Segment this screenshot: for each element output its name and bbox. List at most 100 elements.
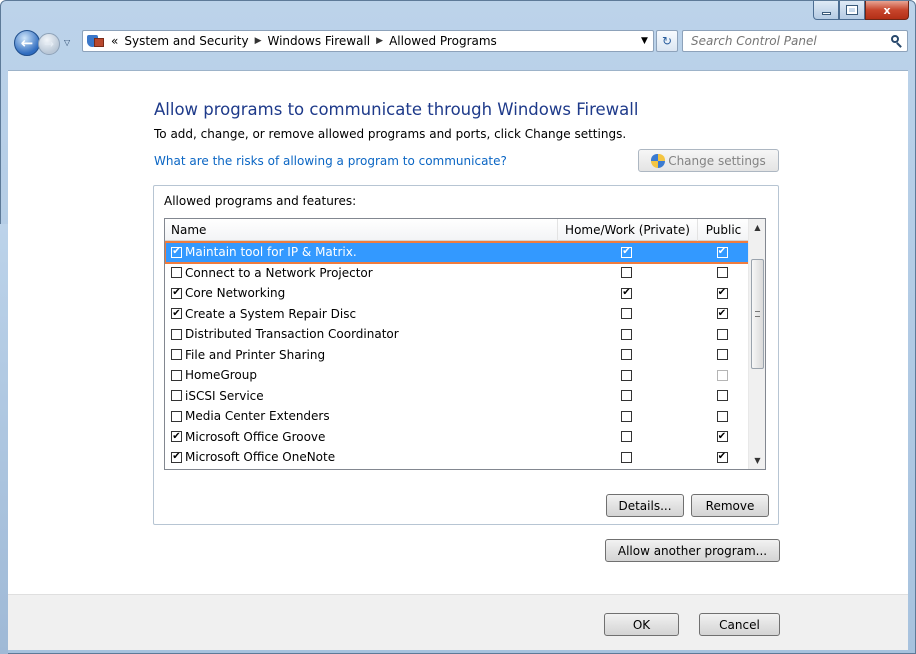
search-icon[interactable]: [889, 34, 903, 48]
enable-checkbox[interactable]: [171, 410, 182, 422]
list-item[interactable]: ✔ Maintain tool for IP & Matrix. ✔ ✔: [165, 241, 750, 264]
column-header-name[interactable]: Name: [165, 219, 558, 241]
enable-checkbox[interactable]: [171, 328, 182, 340]
home-work-checkbox[interactable]: [621, 431, 632, 443]
home-work-checkbox[interactable]: [621, 369, 632, 381]
public-checkbox[interactable]: [716, 349, 728, 361]
enable-checkbox[interactable]: ✔: [171, 451, 182, 463]
list-item[interactable]: HomeGroup: [165, 365, 749, 386]
cell-name: File and Printer Sharing: [165, 348, 558, 362]
change-settings-button[interactable]: Change settings: [638, 149, 779, 172]
scroll-up-button[interactable]: ▲: [749, 219, 765, 236]
refresh-button[interactable]: ↻: [656, 30, 678, 52]
programs-list[interactable]: Name Home/Work (Private) Public ✔ Maintai…: [164, 218, 766, 470]
list-item[interactable]: ✔Microsoft Office Outlook✔: [165, 468, 749, 470]
home-work-checkbox[interactable]: [621, 349, 632, 361]
cell-public: [698, 410, 749, 422]
remove-button[interactable]: Remove: [691, 494, 769, 517]
home-work-checkbox[interactable]: [621, 308, 632, 320]
cell-home-work: [558, 390, 698, 402]
breadcrumb-separator-icon[interactable]: ▶: [376, 36, 383, 46]
home-work-checkbox[interactable]: [621, 451, 632, 463]
scroll-down-button[interactable]: ▼: [749, 452, 765, 469]
column-header-home-work[interactable]: Home/Work (Private): [558, 219, 698, 241]
forward-button[interactable]: →: [38, 33, 60, 55]
public-checkbox[interactable]: ✔: [716, 308, 728, 320]
list-item[interactable]: ✔ Microsoft Office OneNote ✔: [165, 447, 749, 468]
breadcrumb-item-system-and-security[interactable]: System and Security: [124, 34, 248, 48]
content-area: Allow programs to communicate through Wi…: [8, 70, 908, 594]
scroll-thumb[interactable]: [751, 259, 764, 369]
allowed-programs-group: Allowed programs and features: Name Home…: [153, 185, 779, 525]
chevron-down-icon: ▼: [641, 36, 648, 46]
minimize-button[interactable]: [813, 1, 839, 20]
breadcrumb-separator-icon[interactable]: ▶: [255, 36, 262, 46]
list-scrollbar[interactable]: ▲ ▼: [748, 219, 765, 469]
enable-checkbox[interactable]: ✔: [171, 246, 182, 258]
address-bar[interactable]: « System and Security ▶ Windows Firewall…: [82, 30, 654, 52]
cancel-button[interactable]: Cancel: [699, 613, 780, 636]
cell-home-work: [558, 369, 698, 381]
enable-checkbox[interactable]: [171, 369, 182, 381]
list-item[interactable]: Media Center Extenders: [165, 406, 749, 427]
cell-public: ✔: [698, 287, 749, 299]
maximize-button[interactable]: [839, 1, 865, 20]
breadcrumb-overflow[interactable]: «: [111, 34, 118, 48]
public-checkbox[interactable]: [716, 410, 728, 422]
cell-public: [698, 349, 749, 361]
home-work-checkbox[interactable]: [621, 328, 632, 340]
page-subtitle: To add, change, or remove allowed progra…: [154, 127, 627, 141]
list-item[interactable]: iSCSI Service: [165, 386, 749, 407]
change-settings-label: Change settings: [668, 153, 766, 168]
program-name: Connect to a Network Projector: [185, 265, 373, 280]
address-dropdown-button[interactable]: ▼: [635, 31, 653, 51]
allow-another-program-button[interactable]: Allow another program...: [605, 539, 780, 562]
home-work-checkbox[interactable]: ✔: [621, 246, 632, 258]
public-checkbox[interactable]: [716, 369, 728, 381]
home-work-checkbox[interactable]: ✔: [621, 287, 632, 299]
cell-home-work: [558, 451, 698, 463]
list-item[interactable]: Distributed Transaction Coordinator: [165, 324, 749, 345]
details-button[interactable]: Details...: [606, 494, 684, 517]
risks-link[interactable]: What are the risks of allowing a program…: [154, 154, 507, 168]
home-work-checkbox[interactable]: [621, 390, 632, 402]
recent-pages-button[interactable]: ▽: [64, 38, 74, 50]
program-name: iSCSI Service: [185, 388, 264, 403]
page-title: Allow programs to communicate through Wi…: [154, 100, 639, 119]
list-item[interactable]: Connect to a Network Projector: [165, 263, 749, 284]
public-checkbox[interactable]: ✔: [716, 431, 728, 443]
home-work-checkbox[interactable]: [621, 410, 632, 422]
public-checkbox[interactable]: ✔: [716, 246, 728, 258]
public-checkbox[interactable]: [716, 328, 728, 340]
enable-checkbox[interactable]: [171, 349, 182, 361]
enable-checkbox[interactable]: [171, 390, 182, 402]
home-work-checkbox[interactable]: [621, 267, 632, 279]
public-checkbox[interactable]: ✔: [716, 451, 728, 463]
search-box[interactable]: [682, 30, 908, 52]
search-input[interactable]: [683, 31, 873, 51]
list-item[interactable]: ✔ Core Networking ✔ ✔: [165, 283, 749, 304]
cell-home-work: ✔: [558, 287, 698, 299]
breadcrumb-item-windows-firewall[interactable]: Windows Firewall: [268, 34, 371, 48]
cell-name: ✔ Microsoft Office OneNote: [165, 450, 558, 464]
close-button[interactable]: x: [865, 1, 909, 20]
public-checkbox[interactable]: ✔: [716, 287, 728, 299]
column-header-public[interactable]: Public: [698, 219, 749, 241]
list-item[interactable]: File and Printer Sharing: [165, 345, 749, 366]
back-button[interactable]: ←: [14, 30, 40, 56]
enable-checkbox[interactable]: ✔: [171, 431, 182, 443]
breadcrumb-item-allowed-programs[interactable]: Allowed Programs: [389, 34, 497, 48]
enable-checkbox[interactable]: [171, 267, 182, 279]
list-item[interactable]: ✔ Create a System Repair Disc ✔: [165, 304, 749, 325]
public-checkbox[interactable]: [716, 267, 728, 279]
cell-home-work: [558, 328, 698, 340]
list-item[interactable]: ✔ Microsoft Office Groove ✔: [165, 427, 749, 448]
cell-public: ✔: [698, 308, 749, 320]
public-checkbox[interactable]: [716, 390, 728, 402]
chevron-down-icon: ▼: [754, 456, 761, 465]
enable-checkbox[interactable]: ✔: [171, 287, 182, 299]
cell-home-work: [558, 267, 698, 279]
ok-button[interactable]: OK: [604, 613, 679, 636]
dialog-button-bar: OK Cancel: [8, 594, 908, 650]
enable-checkbox[interactable]: ✔: [171, 308, 182, 320]
